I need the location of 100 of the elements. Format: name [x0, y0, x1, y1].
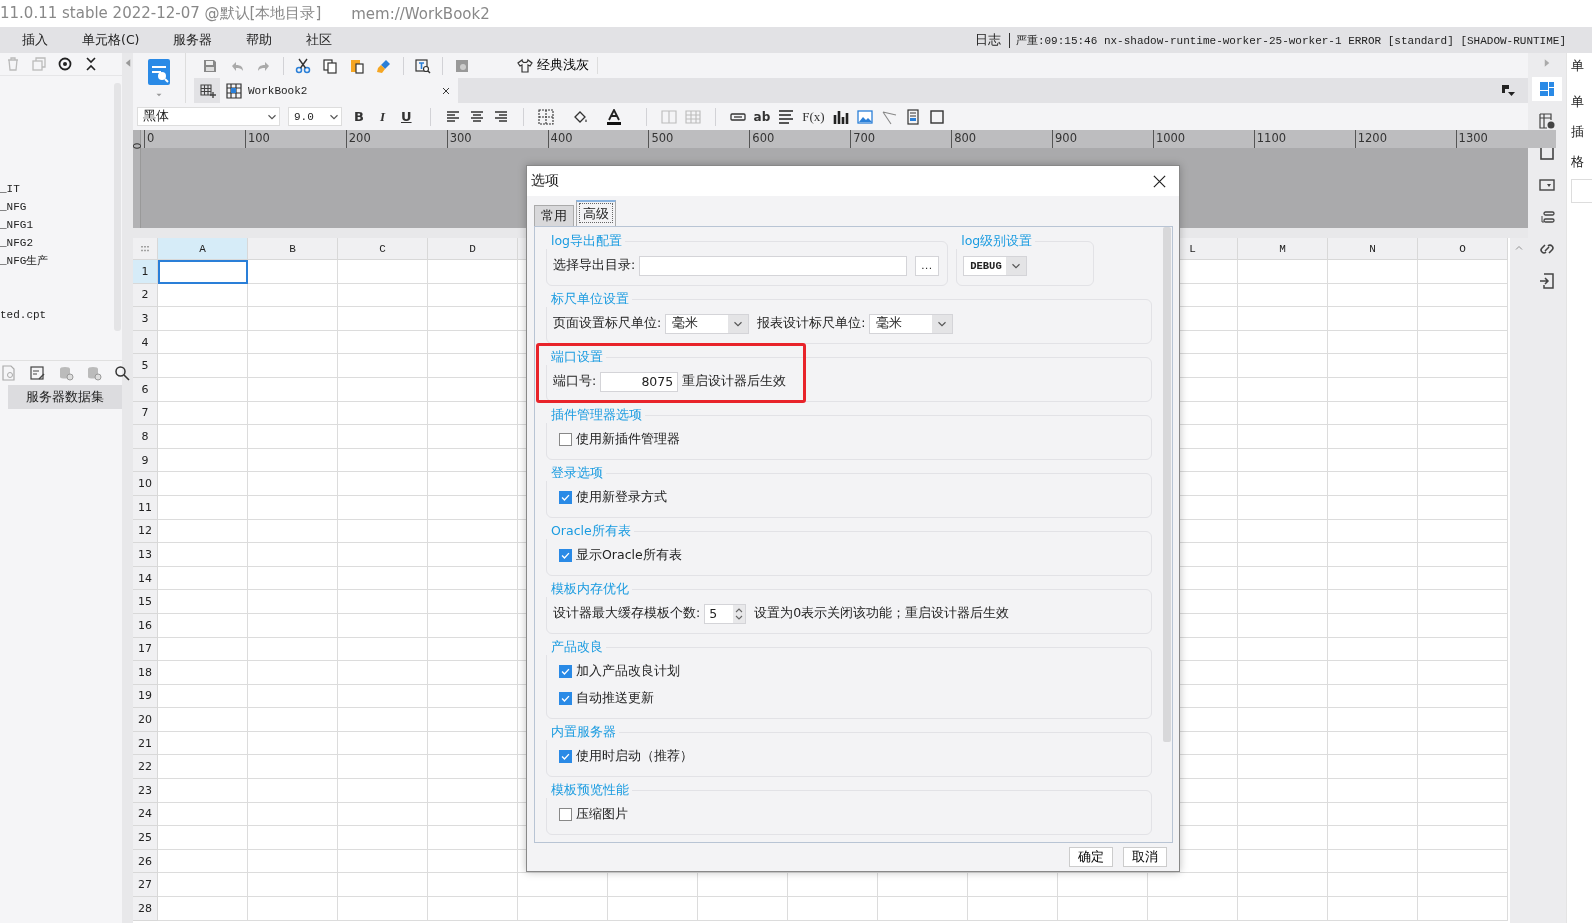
image-icon[interactable] [856, 108, 873, 125]
menu-item[interactable]: 服务器 [173, 31, 213, 49]
document-tab[interactable]: WorkBook2 [220, 78, 458, 103]
input-field[interactable] [639, 255, 908, 276]
column-header[interactable]: D [428, 238, 518, 260]
column-header[interactable]: M [1238, 238, 1328, 260]
level-select[interactable]: DEBUG [963, 255, 1027, 276]
row-header[interactable]: 26 [133, 849, 158, 874]
save-icon[interactable] [202, 57, 218, 74]
log-label[interactable]: 日志 [974, 31, 1001, 49]
checkbox-label[interactable]: 加入产品改良计划 [576, 663, 680, 680]
font-color-icon[interactable] [605, 108, 622, 125]
cell-info-icon[interactable] [1539, 113, 1555, 129]
row-header[interactable]: 2 [133, 283, 158, 308]
border-icon[interactable] [537, 108, 554, 125]
menu-item[interactable]: 社区 [306, 31, 333, 49]
pin-icon[interactable] [1500, 82, 1516, 99]
tree-item[interactable]: _NFG [0, 200, 122, 215]
edit-dataset-icon[interactable] [30, 365, 46, 381]
tree-item[interactable]: _NFG1 [0, 218, 122, 233]
align-center-icon[interactable] [468, 108, 485, 125]
tree-item[interactable]: _IT [0, 182, 122, 197]
checkbox[interactable] [559, 750, 572, 763]
target-icon[interactable] [57, 56, 73, 72]
checkbox[interactable] [559, 808, 572, 821]
font-size-select[interactable]: 9.0 [288, 107, 342, 126]
style-button[interactable]: U [397, 109, 416, 124]
row-header[interactable]: 14 [133, 566, 158, 591]
cell-grid-icon[interactable] [1539, 81, 1555, 97]
row-header[interactable]: 6 [133, 377, 158, 402]
dialog-button[interactable]: 确定 [1069, 847, 1113, 867]
row-header[interactable]: 24 [133, 802, 158, 827]
collapse-icon[interactable] [83, 56, 99, 72]
copy-icon[interactable] [322, 57, 338, 74]
browse-button[interactable]: ... [915, 255, 940, 276]
style-button[interactable]: B [350, 109, 368, 124]
row-header[interactable]: 11 [133, 495, 158, 520]
scissors-icon[interactable] [295, 57, 311, 74]
unit-select[interactable]: 毫米 [869, 313, 954, 334]
checkbox[interactable] [559, 692, 572, 705]
row-header[interactable]: 4 [133, 330, 158, 355]
row-header[interactable]: 15 [133, 590, 158, 614]
column-header[interactable]: O [1418, 238, 1508, 260]
split-cells-icon[interactable] [684, 108, 701, 125]
row-header[interactable]: 10 [133, 472, 158, 496]
tree-item[interactable]: _NFG生产 [0, 254, 122, 269]
row-header[interactable]: 1 [133, 260, 158, 284]
brush-icon[interactable] [376, 57, 392, 74]
merge-icon[interactable] [660, 108, 677, 125]
checkbox[interactable] [559, 491, 572, 504]
font-select[interactable]: 黑体 [137, 107, 280, 126]
database-icon[interactable] [58, 365, 74, 381]
checkbox[interactable] [559, 549, 572, 562]
trash-icon[interactable] [5, 56, 21, 72]
document-search-icon[interactable] [2, 365, 18, 381]
table-cell[interactable] [158, 260, 248, 284]
link-icon[interactable] [1539, 241, 1555, 257]
row-header[interactable]: 18 [133, 661, 158, 685]
port-field[interactable]: 8075 [600, 371, 679, 392]
column-header[interactable]: B [248, 238, 338, 260]
menu-item[interactable]: 插入 [22, 31, 48, 49]
panel-tab[interactable]: 服务器数据集 [8, 385, 122, 409]
row-header[interactable]: 28 [133, 897, 158, 921]
row-header[interactable]: 13 [133, 543, 158, 567]
menu-item[interactable]: 单元格(C) [82, 31, 140, 49]
row-header[interactable]: 21 [133, 731, 158, 756]
tree-item[interactable]: ted.cpt [0, 308, 122, 323]
row-header[interactable]: 23 [133, 779, 158, 803]
column-header[interactable]: A [158, 238, 248, 260]
formula-button[interactable]: F(x) [802, 108, 825, 125]
unit-select[interactable]: 毫米 [665, 313, 750, 334]
scrollbar[interactable] [1163, 227, 1171, 742]
tab[interactable]: 常用 [534, 205, 574, 226]
row-header[interactable]: 27 [133, 873, 158, 898]
checkbox[interactable] [559, 665, 572, 678]
document-icon[interactable] [904, 108, 921, 125]
row-header[interactable]: 22 [133, 755, 158, 780]
checkbox-label[interactable]: 使用时启动（推荐） [576, 748, 693, 765]
row-header[interactable]: 9 [133, 448, 158, 473]
row-header[interactable]: 5 [133, 354, 158, 378]
row-header[interactable]: 16 [133, 613, 158, 638]
search-icon[interactable] [114, 365, 130, 381]
selected-tool[interactable] [1532, 77, 1562, 101]
frame-icon[interactable] [928, 108, 945, 125]
row-header[interactable]: 20 [133, 708, 158, 732]
checkbox-label[interactable]: 压缩图片 [576, 806, 628, 823]
square-icon[interactable] [1539, 145, 1555, 161]
tree-item[interactable]: _NFG2 [0, 236, 122, 251]
theme-button[interactable]: 经典浅灰 [517, 57, 598, 74]
row-header[interactable]: 8 [133, 425, 158, 449]
database-icon[interactable] [86, 365, 102, 381]
align-right-icon[interactable] [492, 108, 509, 125]
dropdown-box-icon[interactable] [1539, 177, 1555, 193]
row-header[interactable]: 25 [133, 826, 158, 850]
align-justify-icon[interactable] [778, 108, 795, 125]
scrollbar[interactable] [1510, 238, 1528, 923]
import-icon[interactable] [1539, 273, 1555, 289]
column-header[interactable]: C [338, 238, 428, 260]
find-text-icon[interactable] [415, 57, 431, 74]
align-left-icon[interactable] [444, 108, 461, 125]
